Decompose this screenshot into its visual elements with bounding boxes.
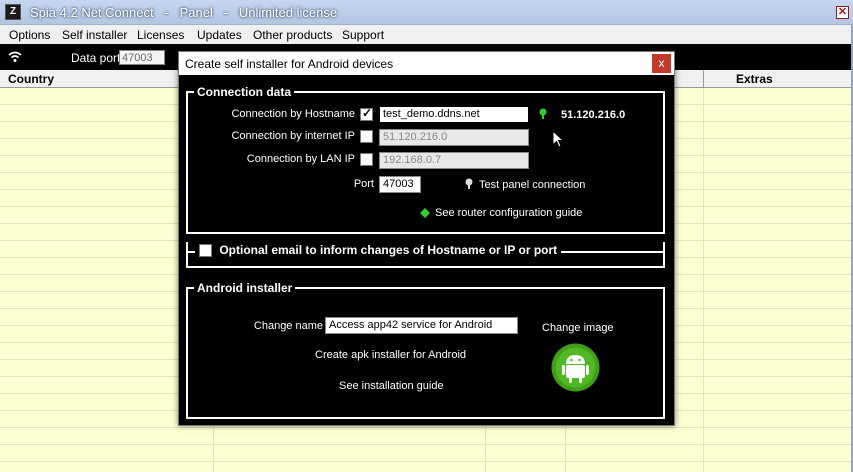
data-port-input[interactable] bbox=[119, 50, 165, 65]
android-installer-legend: Android installer bbox=[197, 281, 293, 295]
menu-licenses[interactable]: Licenses bbox=[137, 28, 184, 42]
dialog-title: Create self installer for Android device… bbox=[185, 57, 394, 71]
menu-support[interactable]: Support bbox=[342, 28, 384, 42]
wifi-icon[interactable] bbox=[8, 51, 22, 63]
port-input[interactable]: 47003 bbox=[379, 176, 421, 193]
lan-ip-label: Connection by LAN IP bbox=[246, 153, 355, 165]
change-image-label: Change image bbox=[542, 322, 614, 334]
column-extras[interactable]: Extras bbox=[736, 72, 773, 86]
change-name-input[interactable]: Access app42 service for Android bbox=[325, 317, 518, 334]
dialog-close-button[interactable]: x bbox=[652, 54, 671, 73]
resolved-ip: 51.120.216.0 bbox=[561, 109, 626, 121]
internet-ip-checkbox[interactable] bbox=[360, 130, 373, 143]
lan-ip-input[interactable]: 192.168.0.7 bbox=[379, 152, 529, 169]
dialog-title-bar: Create self installer for Android device… bbox=[179, 52, 674, 75]
router-guide-link[interactable]: See router configuration guide bbox=[435, 207, 582, 219]
menu-self-installer[interactable]: Self installer bbox=[62, 28, 127, 42]
window-title: Spia 4.2 Net Connect - Panel - Unlimited… bbox=[30, 5, 338, 20]
status-green-icon bbox=[539, 108, 547, 119]
android-image-button[interactable] bbox=[551, 343, 600, 392]
optional-email-label: Optional email to inform changes of Host… bbox=[219, 243, 558, 257]
internet-ip-label: Connection by internet IP bbox=[231, 130, 355, 142]
app-icon: Z bbox=[5, 4, 21, 20]
android-installer-dialog: Create self installer for Android device… bbox=[178, 51, 675, 426]
create-apk-button[interactable]: Create apk installer for Android bbox=[315, 349, 466, 361]
hostname-input[interactable]: test_demo.ddns.net bbox=[379, 106, 529, 123]
title-bar: Z Spia 4.2 Net Connect - Panel - Unlimit… bbox=[0, 0, 853, 25]
mouse-cursor-icon bbox=[552, 130, 564, 148]
internet-ip-input[interactable]: 51.120.216.0 bbox=[379, 129, 529, 146]
lan-ip-checkbox[interactable] bbox=[360, 153, 373, 166]
test-panel-connection-link[interactable]: Test panel connection bbox=[479, 179, 585, 191]
check-icon: ✓ bbox=[362, 106, 373, 120]
menu-updates[interactable]: Updates bbox=[197, 28, 242, 42]
menu-options[interactable]: Options bbox=[9, 28, 50, 42]
menu-bar: Options Self installer Licenses Updates … bbox=[0, 25, 853, 44]
optional-email-header: Optional email to inform changes of Host… bbox=[195, 242, 562, 260]
router-guide-icon[interactable] bbox=[419, 207, 431, 219]
hostname-label: Connection by Hostname bbox=[231, 108, 355, 120]
change-name-label: Change name bbox=[253, 320, 323, 332]
column-country[interactable]: Country bbox=[8, 72, 54, 86]
optional-email-checkbox[interactable] bbox=[199, 244, 212, 257]
port-label: Port bbox=[353, 178, 374, 190]
hostname-checkbox[interactable]: ✓ bbox=[360, 106, 373, 121]
menu-other-products[interactable]: Other products bbox=[253, 28, 332, 42]
test-connection-icon[interactable] bbox=[464, 178, 474, 190]
close-window-button[interactable]: ✕ bbox=[836, 6, 849, 19]
data-port-label: Data port bbox=[71, 51, 121, 65]
connection-data-legend: Connection data bbox=[197, 85, 292, 99]
installation-guide-link[interactable]: See installation guide bbox=[339, 380, 444, 392]
